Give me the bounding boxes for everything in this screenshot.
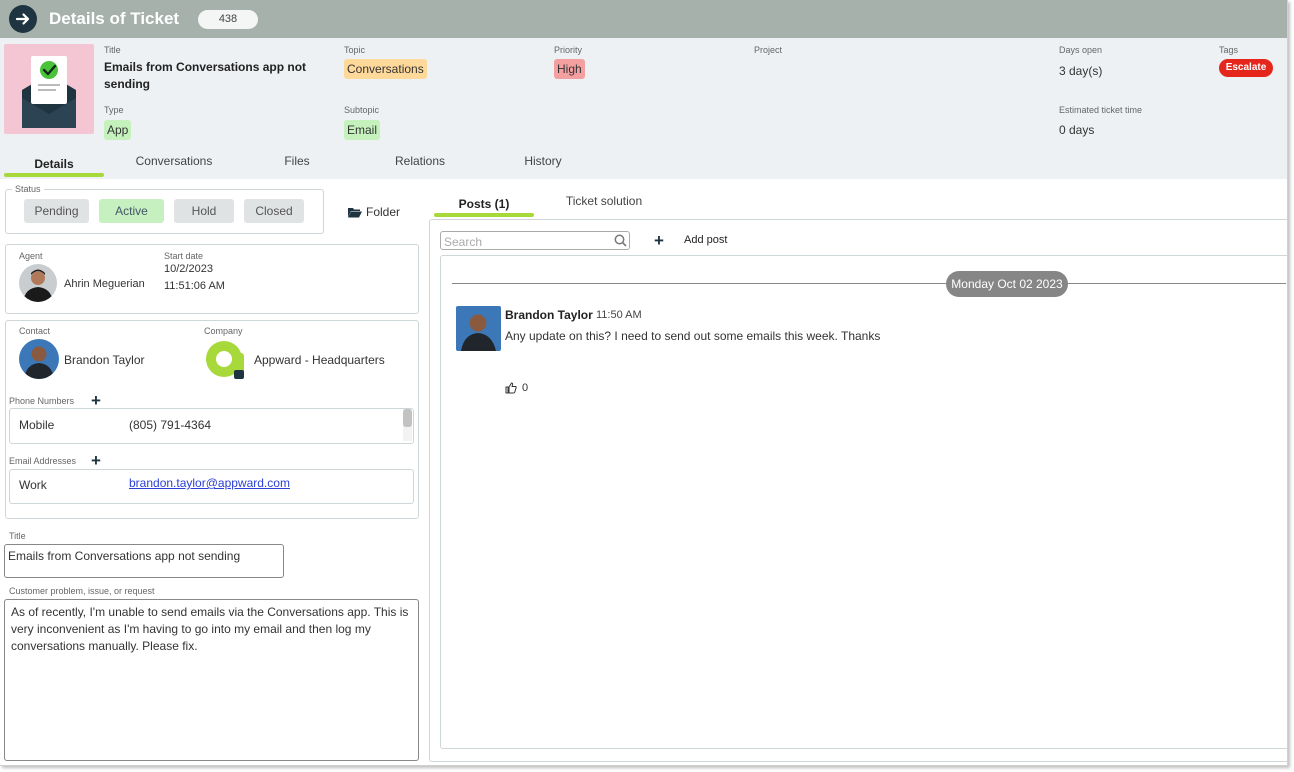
post-author-avatar xyxy=(456,306,501,351)
title-field[interactable]: Emails from Conversations app not sendin… xyxy=(4,544,284,578)
folder-button[interactable]: Folder xyxy=(348,205,400,219)
email-link[interactable]: brandon.taylor@appward.com xyxy=(129,476,290,490)
search-placeholder: Search xyxy=(444,235,483,249)
folder-icon xyxy=(348,207,362,217)
tab-posts[interactable]: Posts (1) xyxy=(434,197,534,211)
status-active-button[interactable]: Active xyxy=(99,199,164,223)
start-date-label: Start date xyxy=(164,251,204,261)
status-label: Status xyxy=(12,184,44,194)
top-bar: Details of Ticket 438 xyxy=(0,0,1287,38)
contact-name[interactable]: Brandon Taylor xyxy=(64,353,145,367)
tab-files[interactable]: Files xyxy=(247,154,347,168)
ticket-header: Title Emails from Conversations app not … xyxy=(0,38,1287,179)
ticket-title: Emails from Conversations app not sendin… xyxy=(104,60,307,91)
add-post-button[interactable]: Add post xyxy=(684,234,727,246)
start-date-value: 10/2/2023 xyxy=(164,263,213,275)
company-logo xyxy=(204,339,246,381)
priority-label: Priority xyxy=(554,45,583,55)
problem-label: Customer problem, issue, or request xyxy=(9,586,155,596)
search-icon xyxy=(614,234,627,247)
phone-number[interactable]: (805) 791-4364 xyxy=(129,418,211,432)
subtopic-badge: Email xyxy=(344,120,381,140)
ticket-number-badge: 438 xyxy=(198,10,258,29)
status-closed-button[interactable]: Closed xyxy=(244,199,304,223)
company-label: Company xyxy=(204,326,243,336)
ticket-details-window: Details of Ticket 438 Title Emails from … xyxy=(0,0,1288,766)
tab-history[interactable]: History xyxy=(493,154,593,168)
status-pending-button[interactable]: Pending xyxy=(24,199,89,223)
thumbs-up-icon xyxy=(505,382,517,394)
ticket-thumbnail xyxy=(4,44,94,134)
post-time: 11:50 AM xyxy=(596,309,642,321)
search-input[interactable]: Search xyxy=(440,231,630,250)
folder-label: Folder xyxy=(366,205,401,219)
agent-avatar xyxy=(19,264,57,302)
plus-icon[interactable]: + xyxy=(654,231,664,251)
type-label: Type xyxy=(104,105,124,115)
tags-label: Tags xyxy=(1219,45,1239,55)
add-email-plus-icon[interactable]: + xyxy=(91,451,101,471)
phone-type: Mobile xyxy=(19,418,55,432)
title-label: Title xyxy=(104,45,121,55)
date-divider-line xyxy=(452,283,1286,284)
days-open-value: 3 day(s) xyxy=(1059,64,1103,78)
estimated-time-label: Estimated ticket time xyxy=(1059,105,1143,115)
days-open-label: Days open xyxy=(1059,45,1103,55)
project-label: Project xyxy=(754,45,783,55)
topic-badge: Conversations xyxy=(344,59,427,79)
phone-list xyxy=(9,408,414,444)
posts-tab-indicator xyxy=(434,213,534,217)
date-divider: Monday Oct 02 2023 xyxy=(946,271,1068,297)
tab-conversations[interactable]: Conversations xyxy=(124,154,224,168)
tab-active-indicator xyxy=(4,173,104,177)
priority-badge: High xyxy=(554,59,585,79)
like-count: 0 xyxy=(522,382,529,394)
phone-numbers-label: Phone Numbers xyxy=(9,396,75,406)
form-title-label: Title xyxy=(9,531,26,541)
contact-label: Contact xyxy=(19,326,51,336)
agent-label: Agent xyxy=(19,251,43,261)
status-hold-button[interactable]: Hold xyxy=(174,199,234,223)
topic-label: Topic xyxy=(344,45,366,55)
agent-name: Ahrin Meguerian xyxy=(64,278,145,290)
like-button[interactable]: 0 xyxy=(505,382,528,394)
page-title: Details of Ticket xyxy=(49,9,180,28)
email-addresses-label: Email Addresses xyxy=(9,456,77,466)
envelope-check-icon xyxy=(22,56,76,128)
tab-ticket-solution[interactable]: Ticket solution xyxy=(554,194,654,208)
subtopic-label: Subtopic xyxy=(344,105,380,115)
post-author: Brandon Taylor xyxy=(505,308,593,322)
tab-details[interactable]: Details xyxy=(4,157,104,171)
start-time-value: 11:51:06 AM xyxy=(164,280,225,292)
estimated-time-value: 0 days xyxy=(1059,123,1095,137)
email-type: Work xyxy=(19,478,47,492)
contact-avatar xyxy=(19,339,59,379)
arrow-right-icon[interactable] xyxy=(9,5,37,33)
tab-relations[interactable]: Relations xyxy=(370,154,470,168)
phone-scrollbar-thumb[interactable] xyxy=(403,409,412,427)
post-message: Any update on this? I need to send out s… xyxy=(505,329,881,343)
company-name[interactable]: Appward - Headquarters xyxy=(254,353,385,367)
type-badge: App xyxy=(104,120,132,140)
problem-textarea[interactable]: As of recently, I'm unable to send email… xyxy=(4,599,419,761)
escalate-tag[interactable]: Escalate xyxy=(1219,59,1273,77)
